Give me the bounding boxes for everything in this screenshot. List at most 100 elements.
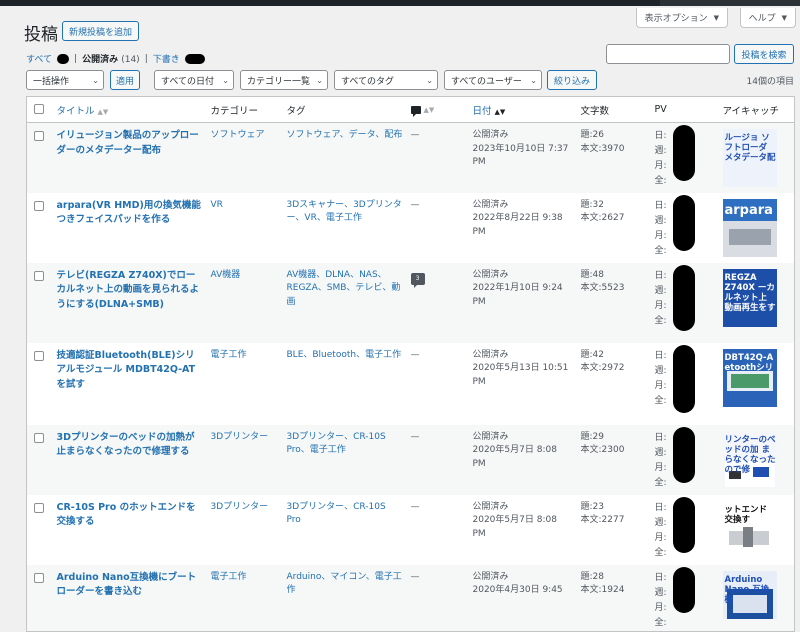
- post-title-link[interactable]: CR-10S Pro のホットエンドを交換する: [57, 502, 196, 528]
- comments-cell: —: [407, 495, 469, 565]
- redacted-pv: [672, 125, 695, 181]
- pv-cell: 日: 週: 月: 全:: [651, 495, 719, 565]
- row-select-cell: [26, 122, 53, 193]
- select-all-checkbox[interactable]: [34, 104, 44, 114]
- row-checkbox[interactable]: [34, 200, 44, 211]
- date-cell: 公開済み 2020年5月7日 8:08 PM: [468, 424, 577, 495]
- title-cell: 3Dプリンターのベッドの加熱が止まらなくなったので修理する: [52, 424, 207, 495]
- tags-cell: ソフトウェア、データ、配布: [282, 122, 407, 193]
- category-link[interactable]: ソフトウェア: [211, 130, 265, 140]
- column-eyecatch: アイキャッチ: [718, 96, 795, 123]
- category-link[interactable]: 3Dプリンター: [211, 432, 269, 442]
- post-title-link[interactable]: 3Dプリンターのベッドの加熱が止まらなくなったので修理する: [57, 432, 195, 458]
- tags-links[interactable]: ソフトウェア、データ、配布: [287, 130, 403, 140]
- post-title-link[interactable]: テレビ(REGZA Z740X)でローカルネット上の動画を見られるようにする(D…: [57, 270, 200, 310]
- column-title[interactable]: タイトル ▲▼: [52, 96, 207, 123]
- title-char-count: 題:32: [580, 199, 605, 210]
- caret-down-icon: ▼: [781, 13, 787, 22]
- tag-filter-value: すべてのタグ: [341, 76, 395, 87]
- title-char-count: 題:28: [580, 571, 605, 582]
- row-checkbox[interactable]: [34, 131, 44, 141]
- tags-links[interactable]: AV機器、DLNA、NAS、REGZA、SMB、テレビ、動画: [287, 270, 401, 307]
- post-title-link[interactable]: イリュージョン製品のアップローダーのメタデーター配布: [57, 130, 199, 156]
- category-cell: 電子工作: [206, 564, 283, 631]
- post-title-link[interactable]: Arduino Nano互換機にブートローダーを書き込む: [57, 572, 197, 598]
- comment-count-bubble[interactable]: 3: [410, 272, 425, 288]
- comments-cell: 3: [406, 262, 469, 343]
- eyecatch-thumbnail: リンターのベッドの加 まらなくなったので修: [722, 430, 777, 489]
- category-link[interactable]: VR: [211, 200, 223, 210]
- post-date: 2023年10月10日 7:37 PM: [472, 143, 569, 168]
- category-link[interactable]: AV機器: [211, 270, 241, 280]
- screen-options-button[interactable]: 表示オプション ▼: [635, 8, 728, 28]
- column-word-count: 文字数: [576, 96, 651, 123]
- tags-links[interactable]: Arduino、マイコン、電子工作: [287, 572, 402, 596]
- table-row: テレビ(REGZA Z740X)でローカルネット上の動画を見られるようにする(D…: [26, 262, 795, 343]
- pv-label: 全:: [654, 617, 667, 628]
- post-status: 公開済み: [472, 269, 509, 280]
- tags-cell: BLE、Bluetooth、電子工作: [283, 343, 407, 425]
- column-date[interactable]: 日付 ▲▼: [468, 96, 577, 123]
- category-cell: VR: [207, 193, 283, 263]
- chevron-down-icon: ⌄: [316, 75, 323, 85]
- eyecatch-cell: ルージョ ソフトローダ メタデータ配: [718, 122, 795, 193]
- word-count-cell: 題:32 本文:2627: [577, 193, 651, 263]
- tags-cell: 3Dプリンター、CR-10S Pro: [283, 495, 407, 565]
- user-filter-select[interactable]: すべてのユーザー ⌄: [444, 70, 542, 90]
- row-checkbox[interactable]: [34, 270, 44, 281]
- word-count-cell: 題:29 本文:2300: [576, 424, 651, 495]
- tags-links[interactable]: 3Dプリンター、CR-10S Pro: [287, 502, 386, 526]
- nozzle-shape: [742, 526, 753, 547]
- posts-table-body: イリュージョン製品のアップローダーのメタデーター配布 ソフトウェア ソフトウェア、デ…: [26, 122, 795, 631]
- row-checkbox[interactable]: [34, 572, 44, 583]
- view-published-link[interactable]: 公開済み (14): [82, 52, 140, 65]
- category-link[interactable]: 電子工作: [211, 572, 247, 582]
- column-comments[interactable]: ▲▼: [406, 96, 469, 123]
- search-input[interactable]: [606, 44, 730, 64]
- redacted-pv: [672, 194, 695, 251]
- post-title-link[interactable]: arpara(VR HMD)用の換気機能つきフェイスパッドを作る: [57, 200, 201, 226]
- title-char-count: 題:48: [580, 269, 605, 280]
- body-char-count: 本文:2972: [580, 363, 625, 373]
- title-cell: 技適認証Bluetooth(BLE)シリアルモジュール MDBT42Q-AT を…: [53, 343, 207, 425]
- help-button[interactable]: ヘルプ ▼: [739, 8, 796, 28]
- post-date: 2022年1月10日 9:24 PM: [472, 283, 563, 307]
- comments-cell: —: [406, 122, 469, 193]
- filter-button[interactable]: 絞り込み: [547, 70, 597, 90]
- post-status: 公開済み: [472, 349, 509, 360]
- bulk-action-select[interactable]: 一括操作 ⌄: [26, 70, 104, 90]
- search-posts-button[interactable]: 投稿を検索: [734, 44, 794, 64]
- tags-links[interactable]: 3Dプリンター、CR-10S Pro、電子工作: [287, 432, 386, 456]
- tags-links[interactable]: 3Dスキャナー、3Dプリンター、VR、電子工作: [287, 200, 402, 224]
- comments-cell: —: [407, 343, 469, 425]
- help-label: ヘルプ: [748, 14, 776, 24]
- row-checkbox[interactable]: [34, 350, 44, 361]
- column-date-label[interactable]: 日付: [473, 106, 492, 117]
- apply-button[interactable]: 適用: [110, 70, 140, 90]
- tags-links[interactable]: BLE、Bluetooth、電子工作: [287, 350, 402, 360]
- column-title-label[interactable]: タイトル: [57, 106, 95, 117]
- view-drafts-link[interactable]: 下書き: [153, 52, 180, 65]
- no-comments: —: [410, 199, 420, 210]
- date-cell: 公開済み 2020年5月7日 8:08 PM: [469, 495, 577, 565]
- tag-filter-select[interactable]: すべてのタグ ⌄: [334, 70, 438, 90]
- category-link[interactable]: 電子工作: [211, 350, 247, 360]
- date-filter-select[interactable]: すべての日付 ⌄: [154, 70, 234, 90]
- category-link[interactable]: 3Dプリンター: [211, 502, 269, 512]
- pv-cell: 日: 週: 月: 全:: [650, 424, 719, 495]
- pv-cell: 日: 週: 月: 全:: [651, 343, 719, 425]
- page-title: 投稿: [24, 25, 58, 45]
- row-select-cell: [26, 564, 53, 631]
- post-title-link[interactable]: 技適認証Bluetooth(BLE)シリアルモジュール MDBT42Q-AT を…: [57, 350, 196, 390]
- row-checkbox[interactable]: [34, 432, 44, 443]
- add-new-post-button[interactable]: 新規投稿を追加: [62, 21, 140, 41]
- eyecatch-cell: リンターのベッドの加 まらなくなったので修: [718, 424, 795, 495]
- pv-cell: 日: 週: 月: 全:: [650, 122, 719, 193]
- select-all-cell: [26, 96, 53, 123]
- title-char-count: 題:23: [580, 501, 605, 512]
- row-checkbox[interactable]: [34, 502, 44, 513]
- category-filter-select[interactable]: カテゴリー一覧 ⌄: [240, 70, 328, 90]
- title-cell: arpara(VR HMD)用の換気機能つきフェイスパッドを作る: [53, 193, 207, 263]
- eyecatch-thumbnail: Arduino Nano 互換機: [722, 570, 777, 619]
- view-all-link[interactable]: すべて: [26, 52, 52, 65]
